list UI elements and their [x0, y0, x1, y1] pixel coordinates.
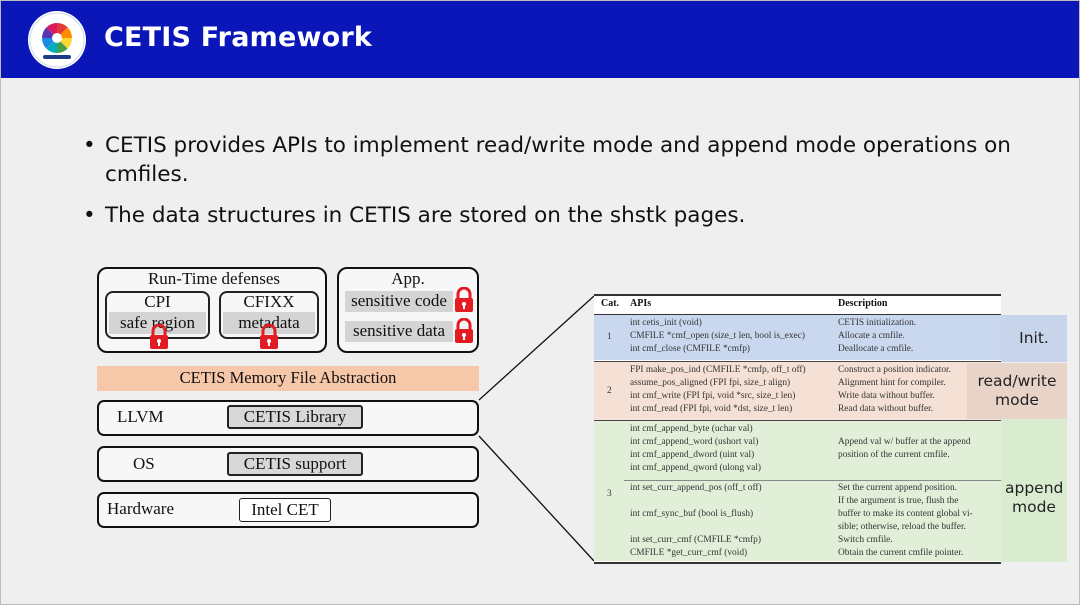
table-cell-api: int cmf_append_word (ushort val): [630, 437, 759, 447]
table-cell-api: assume_pos_aligned (FPI fpi, size_t alig…: [630, 378, 791, 388]
table-header-description: Description: [838, 298, 888, 309]
table-cell-desc: Deallocate a cmfile.: [838, 344, 914, 354]
table-cell-api: int set_curr_append_pos (off_t off): [630, 483, 762, 493]
table-cell-desc: position of the current cmfile.: [838, 450, 950, 460]
table-cell-api: int cmf_sync_buf (bool is_flush): [630, 509, 754, 519]
table-cell-api: int cmf_append_byte (uchar val): [630, 424, 753, 434]
table-cell-api: CMFILE *cmf_open (size_t len, bool is_ex…: [630, 331, 805, 341]
table-cell-desc: Read data without buffer.: [838, 404, 934, 414]
table-header-apis: APIs: [630, 298, 652, 309]
table-cell-desc: If the argument is true, flush the: [838, 496, 959, 506]
table-cell-desc: buffer to make its content global vi-: [838, 509, 973, 519]
table-cell-api: int cetis_init (void): [630, 318, 702, 328]
table-cell-cat: 1: [607, 332, 612, 342]
table-cell-api: int cmf_append_dword (uint val): [630, 450, 755, 460]
table-header-cat: Cat.: [601, 298, 620, 309]
table-cell-desc: Append val w/ buffer at the append: [838, 437, 971, 447]
slide: CETIS Framework • CETIS provides APIs to …: [0, 0, 1080, 605]
table-cell-desc: Obtain the current cmfile pointer.: [838, 548, 964, 558]
table-cell-api: int cmf_close (CMFILE *cmfp): [630, 344, 751, 354]
table-cell-cat: 2: [607, 386, 612, 396]
table-cell-desc: CETIS initialization.: [838, 318, 917, 328]
table-cell-desc: Write data without buffer.: [838, 391, 935, 401]
tag-append-mode: append mode: [1001, 419, 1067, 562]
table-cell-cat: 3: [607, 489, 612, 499]
api-table: Cat. APIs Description 1 int cetis_init (…: [594, 294, 1001, 564]
table-cell-desc: Construct a position indicator.: [838, 365, 952, 375]
table-cell-api: int cmf_append_qword (ulong val): [630, 463, 761, 473]
table-cell-desc: Allocate a cmfile.: [838, 331, 905, 341]
tag-init: Init.: [1001, 315, 1067, 362]
table-cell-api: int cmf_write (FPI fpi, void *src, size_…: [630, 391, 796, 401]
table-cell-api: FPI make_pos_ind (CMFILE *cmfp, off_t of…: [630, 365, 806, 375]
table-cell-api: int set_curr_cmf (CMFILE *cmfp): [630, 535, 761, 545]
table-cell-desc: sible; otherwise, reload the buffer.: [838, 522, 966, 532]
table-cell-api: int cmf_read (FPI fpi, void *dst, size_t…: [630, 404, 793, 414]
tag-read-write-mode: read/write mode: [967, 363, 1067, 419]
table-cell-desc: Switch cmfile.: [838, 535, 893, 545]
table-cell-api: CMFILE *get_curr_cmf (void): [630, 548, 748, 558]
table-cell-desc: Set the current append position.: [838, 483, 957, 493]
table-cell-desc: Alignment hint for compiler.: [838, 378, 946, 388]
